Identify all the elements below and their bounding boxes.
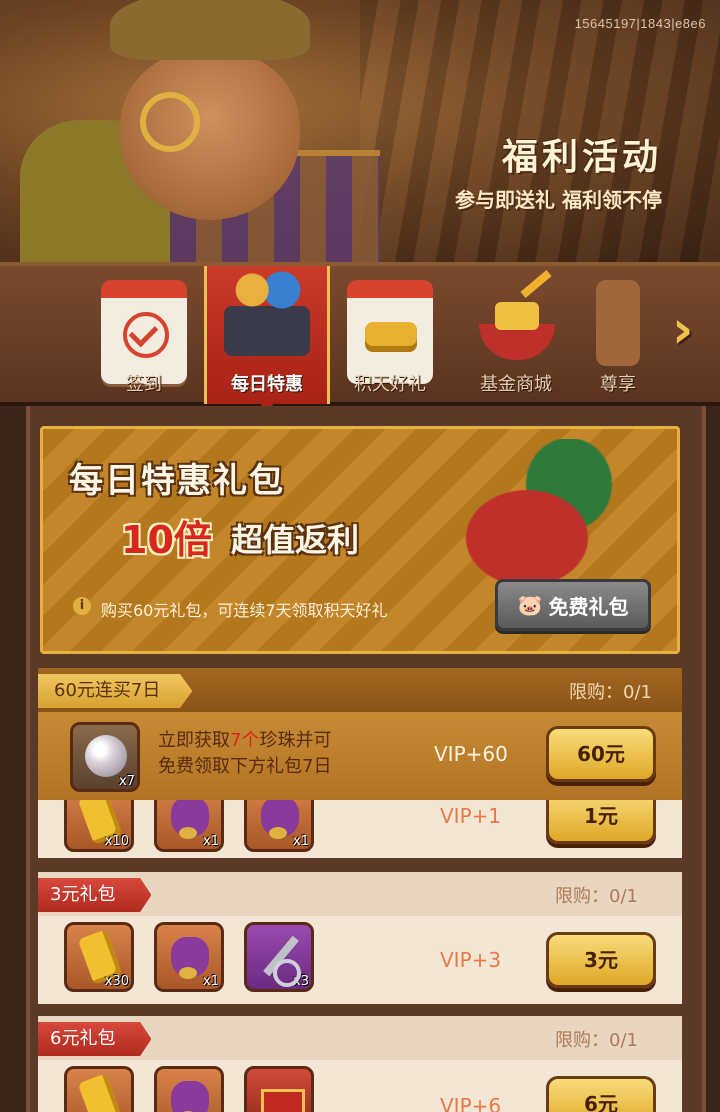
tab-fund-store[interactable]: 基金商城 xyxy=(456,266,576,402)
promo-note: 购买60元礼包，可连续7天领取积天好礼 xyxy=(101,601,388,620)
pack-body: x30 x1 x3 VIP+3 3元 xyxy=(38,916,682,1004)
user-id-label: 15645197|1843|e8e6 xyxy=(574,16,706,31)
pack-1: x10 x1 x1 VIP+1 1元 xyxy=(38,800,682,858)
vip-icon xyxy=(596,280,640,366)
item-count: x1 xyxy=(203,834,219,849)
pack-description: 立即获取7个珍珠并可 免费领取下方礼包7日 xyxy=(158,730,332,777)
free-gift-button[interactable]: 🐷 免费礼包 xyxy=(495,579,651,631)
tab-vip[interactable]: 尊享 xyxy=(582,266,654,402)
vip-points: VIP+6 xyxy=(440,1094,502,1112)
promo-title: 每日特惠礼包 xyxy=(69,461,285,501)
tab-label: 签到 xyxy=(126,374,162,395)
tab-label: 每日特惠 xyxy=(231,374,303,395)
promo-banner: 每日特惠礼包 10倍 超值返利 i 购买60元礼包，可连续7天领取积天好礼 🐷 … xyxy=(40,426,680,654)
vip-points: VIP+3 xyxy=(440,948,502,972)
buy-60-button[interactable]: 60元 xyxy=(546,726,656,782)
buy-1-button[interactable]: 1元 xyxy=(546,800,656,844)
pack-tag: 3元礼包 xyxy=(38,878,152,912)
pack-body: VIP+6 6元 xyxy=(38,1060,682,1112)
calendar-check-icon xyxy=(101,280,187,384)
item-count: x7 xyxy=(119,774,135,789)
spear-shield-item[interactable]: x3 xyxy=(244,922,314,992)
character-hat xyxy=(110,0,310,60)
tab-label: 积天好礼 xyxy=(354,374,426,395)
item-count: x10 xyxy=(104,834,129,849)
fund-bowl-icon xyxy=(473,270,559,366)
coin-bag-item[interactable]: x1 xyxy=(154,800,224,852)
pack-60: 60元连买7日 限购：0/1 x7 立即获取7个珍珠并可 免费领取下方礼包7日 … xyxy=(38,668,682,800)
item-count: x30 xyxy=(104,974,129,989)
tab-sign-in[interactable]: 签到 xyxy=(84,266,204,402)
tab-daily-deal[interactable]: 每日特惠 xyxy=(204,266,330,416)
pack-header: 6元礼包 限购：0/1 xyxy=(38,1016,682,1060)
item-count: x1 xyxy=(293,834,309,849)
buy-6-button[interactable]: 6元 xyxy=(546,1076,656,1112)
tab-bar: 签到 每日特惠 积天好礼 基金商城 尊享 xyxy=(0,262,720,416)
tab-label: 尊享 xyxy=(600,374,636,395)
item-count: x1 xyxy=(203,974,219,989)
pack-6: 6元礼包 限购：0/1 VIP+6 6元 xyxy=(38,1016,682,1112)
chevron-right-icon[interactable]: › xyxy=(672,300,712,360)
gold-bar-item[interactable] xyxy=(64,1066,134,1112)
pack-tag: 60元连买7日 xyxy=(38,674,193,708)
coin-bag-item[interactable] xyxy=(154,1066,224,1112)
treasure-chest-item[interactable] xyxy=(244,1066,314,1112)
pack-header: 3元礼包 限购：0/1 xyxy=(38,872,682,916)
gold-bar-item[interactable]: x30 xyxy=(64,922,134,992)
purchase-limit: 限购：0/1 xyxy=(569,682,652,703)
buy-3-button[interactable]: 3元 xyxy=(546,932,656,988)
tab-accumulate-gifts[interactable]: 积天好礼 xyxy=(330,266,450,402)
page-title: 福利活动 xyxy=(501,137,662,178)
tab-label: 基金商城 xyxy=(480,374,552,395)
pack-body: x10 x1 x1 VIP+1 1元 xyxy=(38,800,682,858)
vip-points: VIP+60 xyxy=(434,742,508,766)
coin-bag-item[interactable]: x1 xyxy=(244,800,314,852)
shopping-cart-icon xyxy=(224,270,310,356)
vip-points: VIP+1 xyxy=(440,804,502,828)
pack-3: 3元礼包 限购：0/1 x30 x1 x3 VIP+3 3元 xyxy=(38,872,682,1004)
gold-bar-item[interactable]: x10 xyxy=(64,800,134,852)
pack-body: x7 立即获取7个珍珠并可 免费领取下方礼包7日 VIP+60 60元 xyxy=(38,712,682,800)
info-icon: i xyxy=(73,597,91,615)
promo-multiplier: 10倍 xyxy=(121,518,212,562)
purchase-limit: 限购：0/1 xyxy=(555,1030,638,1051)
free-gift-label: 免费礼包 xyxy=(548,594,629,619)
piggy-icon: 🐷 xyxy=(517,593,543,617)
page-subtitle: 参与即送礼 福利领不停 xyxy=(455,188,662,212)
promo-tagline: 超值返利 xyxy=(231,521,360,559)
pack-header: 60元连买7日 限购：0/1 xyxy=(38,668,682,712)
coin-bag-item[interactable]: x1 xyxy=(154,922,224,992)
pearl-item[interactable]: x7 xyxy=(70,722,140,792)
calendar-gold-icon xyxy=(347,280,433,384)
pack-tag: 6元礼包 xyxy=(38,1022,152,1056)
monocle-icon xyxy=(140,92,200,152)
item-count: x3 xyxy=(293,974,309,989)
purchase-limit: 限购：0/1 xyxy=(555,886,638,907)
